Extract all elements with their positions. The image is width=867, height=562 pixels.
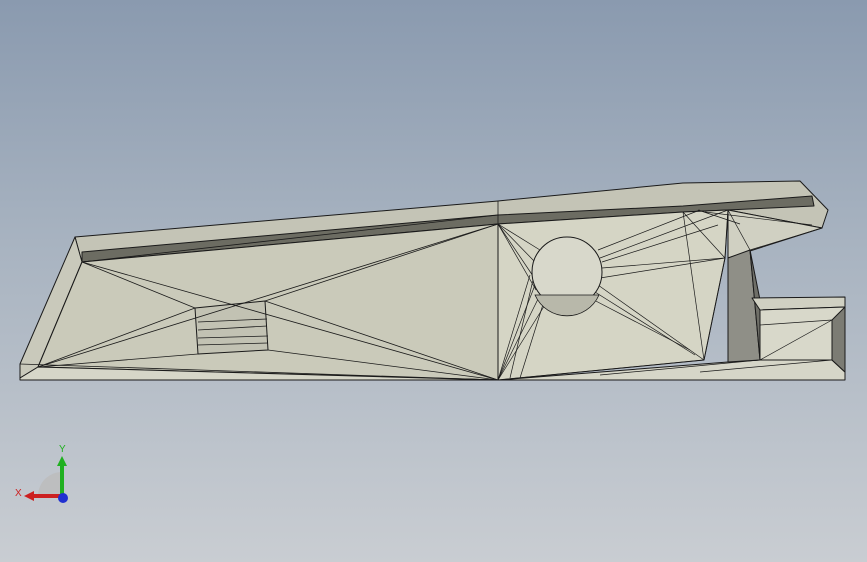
right-main-face (497, 209, 729, 381)
triad-y-arrow-icon (57, 456, 67, 466)
part-model[interactable] (19, 180, 846, 381)
triad-y-label: Y (59, 444, 66, 455)
triad-x-arrow-icon (24, 491, 34, 501)
triad-quadrant (38, 472, 62, 496)
orientation-triad: X Y (15, 444, 68, 503)
triad-x-label: X (15, 488, 22, 499)
through-hole (531, 236, 603, 317)
pocket-face (194, 300, 269, 355)
3d-model-viewport[interactable] (0, 0, 867, 562)
triad-z-axis-icon (58, 493, 68, 503)
